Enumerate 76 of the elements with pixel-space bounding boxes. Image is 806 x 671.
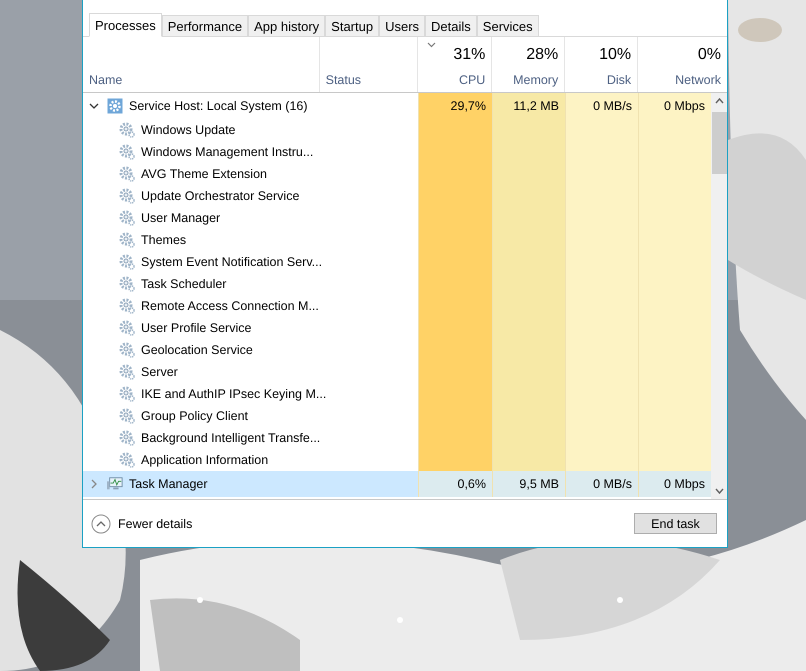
column-header[interactable]: 10% Disk (564, 37, 638, 92)
gear-icon (119, 342, 135, 358)
column-header[interactable]: 28% Memory (491, 37, 564, 92)
process-name: Background Intelligent Transfe... (141, 431, 320, 446)
collapse-circle-icon (91, 514, 111, 534)
value-cell: 0 Mbps (638, 93, 711, 120)
process-name: Themes (141, 233, 186, 248)
gear-icon (119, 386, 135, 402)
process-name: Service Host: Local System (16) (129, 99, 308, 114)
gear-icon (119, 232, 135, 248)
scrollbar[interactable] (711, 93, 727, 500)
gear-icon (107, 98, 123, 114)
gear-icon (119, 166, 135, 182)
gear-icon (119, 364, 135, 380)
value-cell: 0 Mbps (638, 471, 711, 498)
gear-icon (119, 320, 135, 336)
tab[interactable]: Processes (89, 13, 162, 38)
value-cell: 0 MB/s (565, 93, 638, 120)
process-name: User Manager (141, 211, 220, 226)
fewer-details-button[interactable]: Fewer details (91, 514, 192, 534)
column-header[interactable]: 0% Network (637, 37, 727, 92)
scroll-thumb[interactable] (712, 112, 726, 174)
column-percent: 0% (698, 46, 721, 64)
column-label: Name (89, 73, 122, 88)
tab[interactable]: Users (379, 15, 426, 36)
tab[interactable]: Startup (325, 15, 380, 36)
process-name: IKE and AuthIP IPsec Keying M... (141, 387, 326, 402)
tab[interactable]: App history (248, 15, 326, 36)
process-name: Remote Access Connection M... (141, 299, 319, 314)
tab[interactable]: Services (476, 15, 539, 36)
process-name: Application Information (141, 453, 268, 468)
column-percent: 10% (599, 46, 632, 64)
process-name: User Profile Service (141, 321, 252, 336)
gear-icon (119, 452, 135, 468)
process-name: System Event Notification Serv... (141, 255, 322, 270)
column-label: CPU (458, 73, 486, 88)
column-percent: 31% (453, 46, 486, 64)
gear-icon (119, 276, 135, 292)
gear-icon (119, 254, 135, 270)
gear-icon (119, 298, 135, 314)
sort-caret-icon (427, 42, 436, 48)
process-name: Windows Update (141, 123, 236, 138)
gear-icon (119, 210, 135, 226)
gear-icon (119, 122, 135, 138)
monitor-icon (107, 476, 123, 492)
gear-icon (119, 188, 135, 204)
value-cell: 11,2 MB (492, 93, 565, 120)
gear-icon (119, 144, 135, 160)
tab[interactable]: Details (425, 15, 477, 36)
process-name: Server (141, 365, 178, 380)
process-name: Task Scheduler (141, 277, 226, 292)
process-name: Task Manager (129, 477, 208, 492)
gear-icon (119, 408, 135, 424)
value-cell: 9,5 MB (492, 471, 565, 498)
column-percent: 28% (526, 46, 558, 64)
process-name: Geolocation Service (141, 343, 253, 358)
end-task-button[interactable]: End task (634, 513, 717, 534)
column-label: Disk (606, 73, 632, 88)
tab[interactable]: Performance (162, 15, 248, 36)
selected-name-cell[interactable]: Task Manager (83, 471, 418, 498)
process-name: Group Policy Client (141, 409, 248, 424)
column-header[interactable]: Status (318, 37, 418, 92)
column-header[interactable]: Name (83, 37, 319, 92)
column-label: Network (675, 73, 721, 88)
collapse-chevron-icon[interactable] (89, 101, 99, 112)
column-header[interactable]: 31% CPU (417, 37, 492, 92)
gear-icon (119, 430, 135, 446)
expand-chevron-icon[interactable] (89, 479, 99, 490)
process-name: AVG Theme Extension (141, 167, 267, 182)
process-name: Update Orchestrator Service (141, 189, 300, 204)
value-cell: 0 MB/s (565, 471, 638, 498)
column-label: Memory (513, 73, 558, 88)
process-name: Windows Management Instru... (141, 145, 314, 160)
column-label: Status (326, 73, 362, 88)
value-cell: 29,7% (418, 93, 492, 120)
value-cell: 0,6% (418, 471, 492, 498)
